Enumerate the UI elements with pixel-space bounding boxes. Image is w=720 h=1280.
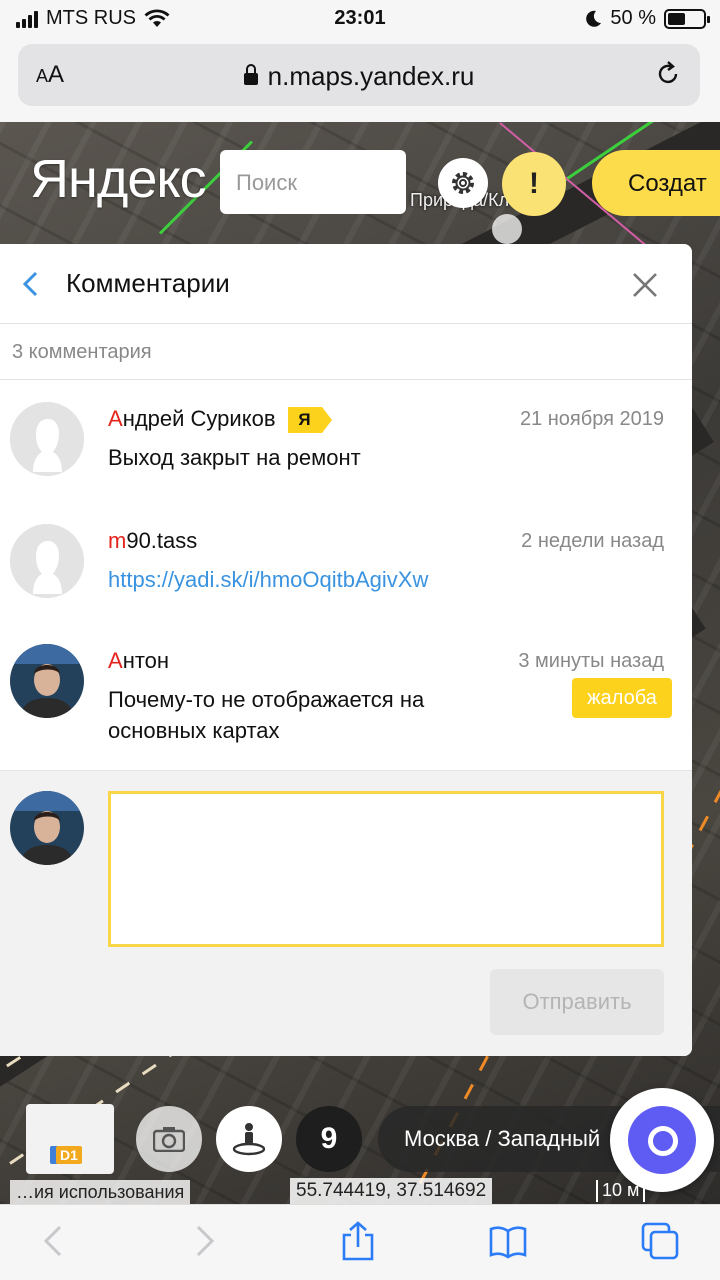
comment-composer: Отправить	[0, 770, 692, 1056]
user-photo-avatar	[10, 644, 84, 718]
comment-date: 21 ноября 2019	[519, 408, 664, 430]
comment-date: 2 недели назад	[521, 530, 664, 552]
panel-header: Комментарии	[0, 244, 692, 324]
bookmarks-icon[interactable]	[488, 1221, 528, 1261]
browser-toolbar	[0, 1204, 720, 1280]
lock-icon	[243, 64, 258, 85]
avatar	[10, 791, 84, 865]
avatar[interactable]	[10, 644, 84, 718]
gear-icon	[452, 172, 474, 194]
comment-link[interactable]: https://yadi.sk/i/hmoOqitbAgivXw	[108, 564, 528, 595]
comments-count: 3 комментария	[0, 324, 692, 380]
url-field[interactable]: n.maps.yandex.ru	[18, 61, 700, 92]
traffic-score-button[interactable]: 9	[296, 1106, 362, 1172]
user-photo-avatar	[10, 791, 84, 865]
avatar[interactable]	[10, 402, 84, 476]
yandex-logo[interactable]: Яндекс	[30, 148, 207, 210]
forward-nav-icon[interactable]	[184, 1221, 224, 1261]
panorama-person-icon	[232, 1123, 266, 1156]
comment-item: m90.tass 2 недели назад https://yadi.sk/…	[0, 524, 692, 644]
comment-item: Андрей Суриков Я 21 ноября 2019 Выход зак…	[0, 402, 692, 522]
status-right: 50 %	[584, 7, 710, 30]
battery-icon	[664, 8, 710, 29]
settings-button[interactable]	[438, 158, 488, 208]
comment-author[interactable]: m90.tass	[108, 528, 197, 554]
comment-input[interactable]	[108, 791, 664, 947]
comment-author[interactable]: Антон	[108, 648, 169, 674]
coordinates-readout: 55.744419, 37.514692	[290, 1178, 493, 1204]
alice-assistant-button[interactable]	[610, 1088, 714, 1192]
create-button[interactable]: Создат	[592, 150, 720, 216]
comments-panel: Комментарии 3 комментария Андрей Суриков…	[0, 244, 692, 1056]
report-issue-button[interactable]: !	[502, 152, 566, 216]
report-button[interactable]: жалоба	[572, 678, 672, 718]
back-arrow-icon[interactable]	[20, 270, 42, 298]
address-bar[interactable]: AA n.maps.yandex.ru	[18, 44, 700, 106]
avatar[interactable]	[10, 524, 84, 598]
battery-label: 50 %	[610, 7, 656, 29]
yandex-badge: Я	[287, 407, 332, 433]
browser-address-area: AA n.maps.yandex.ru	[0, 38, 720, 122]
send-button[interactable]: Отправить	[490, 969, 664, 1035]
url-text: n.maps.yandex.ru	[267, 61, 475, 91]
camera-icon	[153, 1127, 185, 1152]
comment-author[interactable]: Андрей Суриков Я	[108, 406, 332, 434]
search-input[interactable]: Поиск	[220, 150, 406, 214]
panel-title: Комментарии	[66, 268, 230, 298]
panorama-button[interactable]	[216, 1106, 282, 1172]
map-scale: 10 м	[596, 1180, 646, 1202]
comment-item: Антон 3 минуты назад Почему-то не отобра…	[0, 644, 692, 764]
reload-icon[interactable]	[654, 60, 682, 88]
comment-text: Почему-то не отображается на основных ка…	[108, 687, 425, 743]
minimap-badge: D1	[56, 1146, 82, 1164]
status-bar: MTS RUS 23:01 50 %	[0, 0, 720, 38]
comment-date: 3 минуты назад	[518, 650, 664, 672]
close-icon[interactable]	[628, 268, 662, 302]
share-icon[interactable]	[338, 1221, 378, 1261]
default-avatar-icon	[10, 402, 84, 476]
battery-fill	[668, 12, 685, 25]
briefcase-icon	[492, 214, 522, 244]
terms-link[interactable]: …ия использования	[10, 1180, 191, 1204]
comment-text: Выход закрыт на ремонт	[108, 445, 361, 470]
default-avatar-icon	[10, 524, 84, 598]
tabs-icon[interactable]	[640, 1221, 680, 1261]
camera-button[interactable]	[136, 1106, 202, 1172]
back-nav-icon[interactable]	[34, 1221, 74, 1261]
moon-icon	[586, 10, 602, 27]
